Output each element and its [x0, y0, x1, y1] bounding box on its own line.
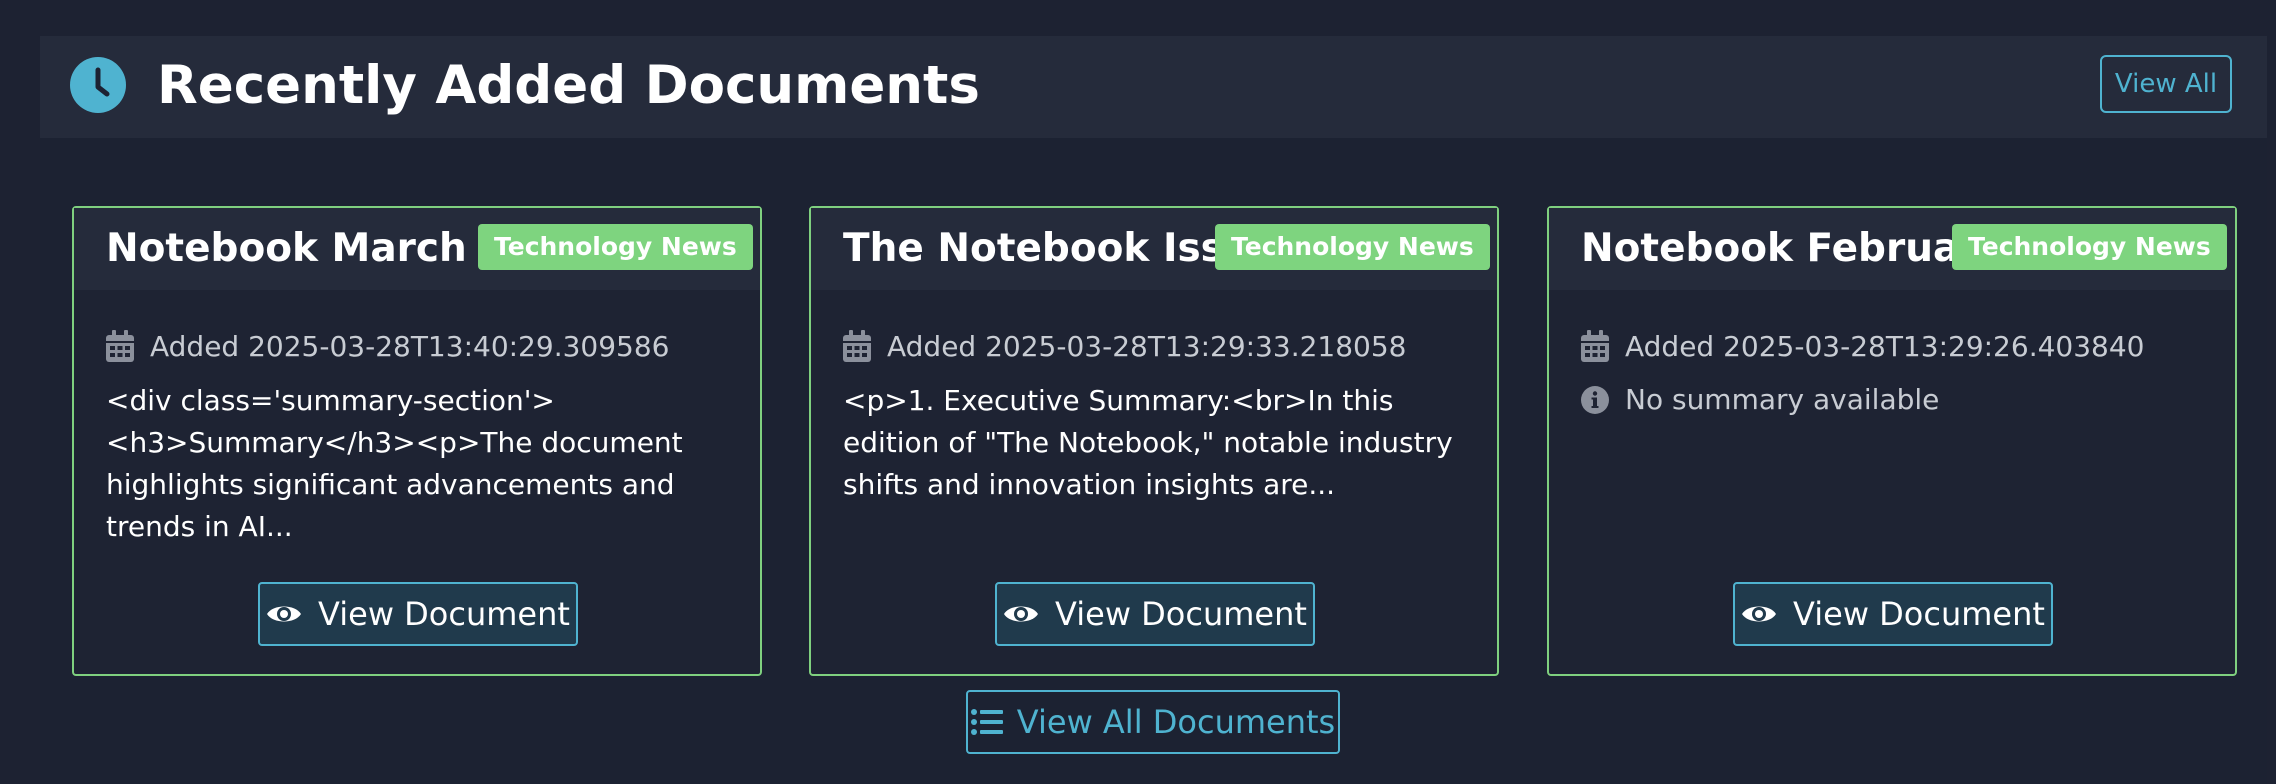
view-document-button[interactable]: View Document: [258, 582, 578, 646]
no-summary-note: No summary available: [1581, 383, 1939, 416]
document-card: The Notebook Iss... Technology News Adde…: [809, 206, 1499, 676]
view-document-label: View Document: [1055, 595, 1307, 633]
eye-icon: [267, 606, 302, 622]
no-summary-text: No summary available: [1625, 383, 1940, 416]
calendar-icon: [843, 330, 871, 362]
document-card: Notebook March 25 Technology News Added …: [72, 206, 762, 676]
page-title: Recently Added Documents: [157, 55, 980, 116]
document-summary: <div class='summary-section'><h3>Summary…: [106, 384, 683, 543]
document-title[interactable]: Notebook March 25: [106, 222, 535, 276]
view-document-label: View Document: [1793, 595, 2045, 633]
calendar-icon: [1581, 330, 1609, 362]
added-date-text: Added 2025-03-28T13:29:33.218058: [887, 329, 1407, 363]
view-all-documents-button[interactable]: View All Documents: [966, 690, 1340, 754]
view-document-button[interactable]: View Document: [1733, 582, 2053, 646]
view-all-button[interactable]: View All: [2100, 55, 2232, 113]
calendar-icon: [106, 330, 134, 362]
category-badge: Technology News: [478, 224, 753, 270]
recent-documents-panel: Recently Added Documents View All Notebo…: [40, 36, 2267, 784]
category-badge: Technology News: [1215, 224, 1490, 270]
eye-icon: [1004, 606, 1039, 622]
card-header: Notebook March 25 Technology News: [74, 208, 760, 290]
info-icon: [1581, 385, 1609, 414]
view-document-label: View Document: [318, 595, 570, 633]
added-date-text: Added 2025-03-28T13:29:26.403840: [1625, 329, 2145, 363]
document-title[interactable]: The Notebook Iss...: [843, 222, 1268, 276]
added-date: Added 2025-03-28T13:40:29.309586: [106, 326, 669, 366]
document-summary: <p>1. Executive Summary:<br>In this edit…: [843, 384, 1453, 501]
card-header: Notebook Februar... Technology News: [1549, 208, 2235, 290]
category-badge: Technology News: [1952, 224, 2227, 270]
view-document-button[interactable]: View Document: [995, 582, 1315, 646]
card-header: The Notebook Iss... Technology News: [811, 208, 1497, 290]
view-all-documents-label: View All Documents: [1016, 703, 1336, 741]
list-icon: [970, 709, 1003, 735]
clock-icon: [70, 57, 126, 113]
added-date: Added 2025-03-28T13:29:26.403840: [1581, 326, 2144, 366]
eye-icon: [1742, 606, 1777, 622]
added-date-text: Added 2025-03-28T13:40:29.309586: [150, 329, 670, 363]
document-card: Notebook Februar... Technology News Adde…: [1547, 206, 2237, 676]
added-date: Added 2025-03-28T13:29:33.218058: [843, 326, 1406, 366]
panel-header: Recently Added Documents View All: [40, 36, 2267, 138]
